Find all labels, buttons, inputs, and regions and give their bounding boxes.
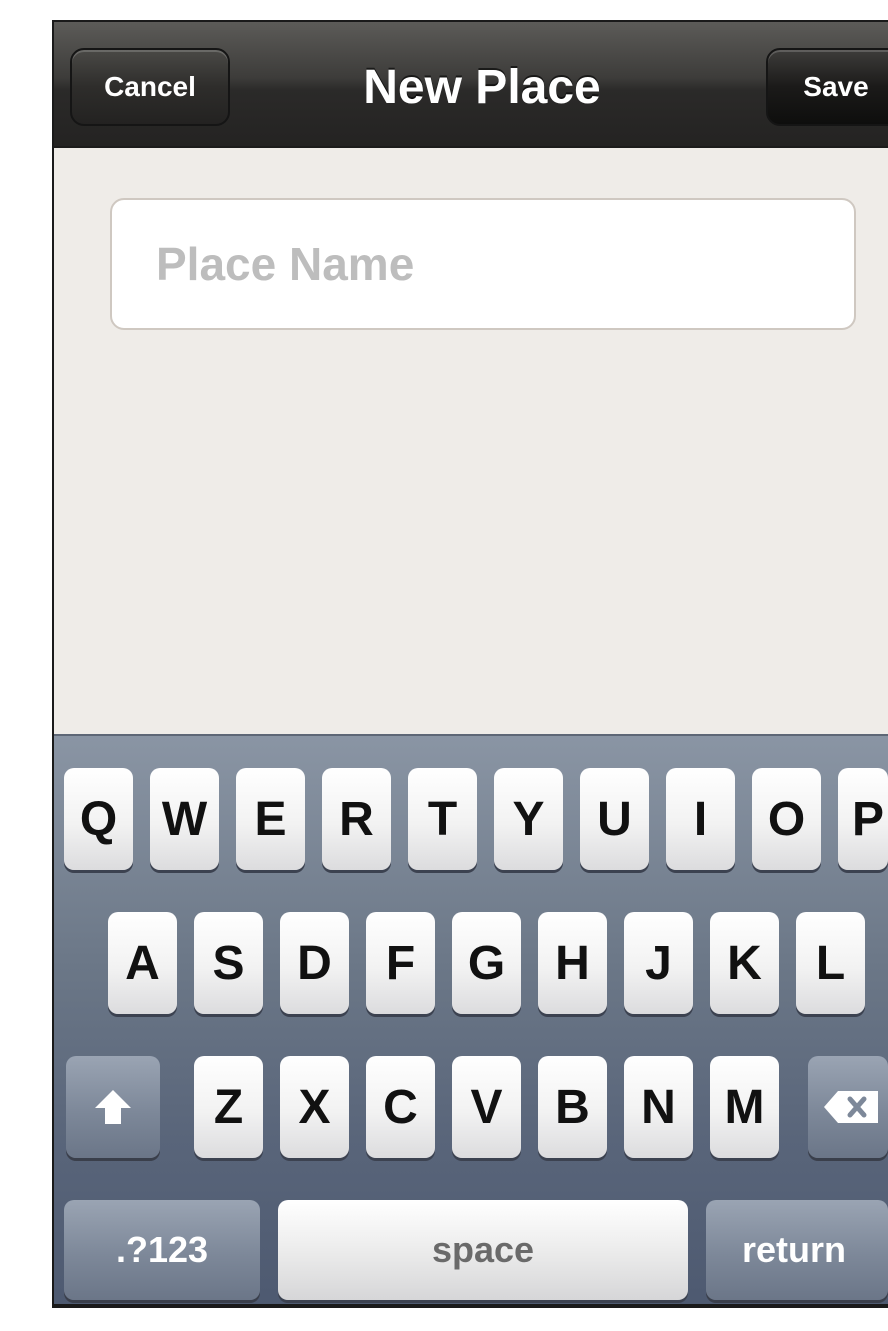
key-m[interactable]: M <box>710 1056 779 1158</box>
key-x[interactable]: X <box>280 1056 349 1158</box>
key-z[interactable]: Z <box>194 1056 263 1158</box>
key-r[interactable]: R <box>322 768 391 870</box>
backspace-icon <box>824 1091 878 1123</box>
key-l[interactable]: L <box>796 912 865 1014</box>
key-g[interactable]: G <box>452 912 521 1014</box>
key-u[interactable]: U <box>580 768 649 870</box>
key-e[interactable]: E <box>236 768 305 870</box>
navigation-bar: Cancel New Place Save <box>54 22 888 148</box>
return-key[interactable]: return <box>706 1200 888 1300</box>
key-s[interactable]: S <box>194 912 263 1014</box>
key-y[interactable]: Y <box>494 768 563 870</box>
page-title: New Place <box>363 60 601 114</box>
shift-arrow-icon <box>95 1090 131 1124</box>
delete-key[interactable] <box>808 1056 888 1158</box>
key-j[interactable]: J <box>624 912 693 1014</box>
form-area <box>54 148 888 732</box>
phone-screen: Cancel New Place Save Q W E R T Y U I O … <box>52 20 888 1308</box>
key-a[interactable]: A <box>108 912 177 1014</box>
key-f[interactable]: F <box>366 912 435 1014</box>
key-o[interactable]: O <box>752 768 821 870</box>
key-k[interactable]: K <box>710 912 779 1014</box>
key-t[interactable]: T <box>408 768 477 870</box>
key-q[interactable]: Q <box>64 768 133 870</box>
key-p[interactable]: P <box>838 768 888 870</box>
place-name-input[interactable] <box>110 198 856 330</box>
keyboard: Q W E R T Y U I O P A S D F G H J K L Z … <box>54 734 888 1304</box>
key-i[interactable]: I <box>666 768 735 870</box>
space-key[interactable]: space <box>278 1200 688 1300</box>
key-d[interactable]: D <box>280 912 349 1014</box>
cancel-button[interactable]: Cancel <box>70 48 230 126</box>
key-v[interactable]: V <box>452 1056 521 1158</box>
shift-key[interactable] <box>66 1056 160 1158</box>
key-b[interactable]: B <box>538 1056 607 1158</box>
key-h[interactable]: H <box>538 912 607 1014</box>
key-c[interactable]: C <box>366 1056 435 1158</box>
key-n[interactable]: N <box>624 1056 693 1158</box>
key-w[interactable]: W <box>150 768 219 870</box>
save-button[interactable]: Save <box>766 48 888 126</box>
numbers-key[interactable]: .?123 <box>64 1200 260 1300</box>
